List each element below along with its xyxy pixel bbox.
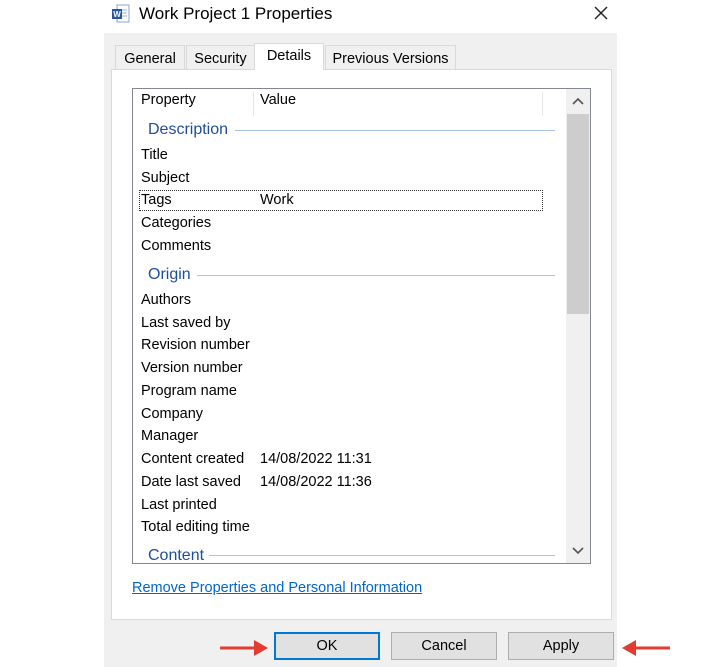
tab-previous-versions[interactable]: Previous Versions — [325, 45, 456, 69]
scroll-up-icon[interactable] — [566, 89, 590, 113]
group-divider — [209, 555, 555, 556]
column-header-property[interactable]: Property — [141, 92, 196, 108]
property-revision-number[interactable]: Revision number — [141, 337, 250, 353]
arrow-pointing-left-icon — [620, 637, 672, 663]
tab-details[interactable]: Details — [254, 43, 324, 70]
tab-general[interactable]: General — [115, 45, 185, 69]
property-comments[interactable]: Comments — [141, 238, 211, 254]
property-program-name[interactable]: Program name — [141, 383, 237, 399]
ok-button[interactable]: OK — [274, 632, 380, 660]
property-company[interactable]: Company — [141, 406, 203, 422]
arrow-pointing-right-icon — [218, 637, 270, 663]
property-last-printed[interactable]: Last printed — [141, 497, 217, 513]
window-title: Work Project 1 Properties — [139, 4, 333, 23]
property-categories[interactable]: Categories — [141, 215, 211, 231]
property-date-last-saved[interactable]: Date last saved — [141, 474, 241, 490]
scrollbar-thumb[interactable] — [567, 114, 589, 314]
scroll-down-icon[interactable] — [566, 539, 590, 563]
word-document-icon: W — [112, 4, 130, 24]
property-authors[interactable]: Authors — [141, 292, 191, 308]
close-icon[interactable] — [590, 2, 612, 24]
column-divider[interactable] — [253, 92, 254, 116]
group-heading-origin[interactable]: Origin — [148, 266, 191, 284]
property-tags-value[interactable]: Work — [260, 192, 294, 208]
selected-row-focus[interactable] — [139, 190, 543, 211]
group-heading-description[interactable]: Description — [148, 121, 228, 139]
property-last-saved-by[interactable]: Last saved by — [141, 315, 230, 331]
property-version-number[interactable]: Version number — [141, 360, 243, 376]
apply-button[interactable]: Apply — [508, 632, 614, 660]
property-total-editing-time[interactable]: Total editing time — [141, 519, 250, 535]
group-divider — [235, 130, 555, 131]
property-date-last-saved-value[interactable]: 14/08/2022 11:36 — [260, 474, 372, 490]
remove-properties-link[interactable]: Remove Properties and Personal Informati… — [132, 580, 422, 596]
column-divider — [542, 92, 543, 116]
group-divider — [197, 275, 555, 276]
property-content-created-value[interactable]: 14/08/2022 11:31 — [260, 451, 372, 467]
property-subject[interactable]: Subject — [141, 170, 189, 186]
property-tags[interactable]: Tags — [141, 192, 172, 208]
tab-security[interactable]: Security — [186, 45, 255, 69]
property-manager[interactable]: Manager — [141, 428, 198, 444]
group-heading-content[interactable]: Content — [148, 547, 204, 565]
property-content-created[interactable]: Content created — [141, 451, 244, 467]
property-title[interactable]: Title — [141, 147, 168, 163]
cancel-button[interactable]: Cancel — [391, 632, 497, 660]
column-header-value[interactable]: Value — [260, 92, 296, 108]
svg-text:W: W — [113, 10, 121, 19]
